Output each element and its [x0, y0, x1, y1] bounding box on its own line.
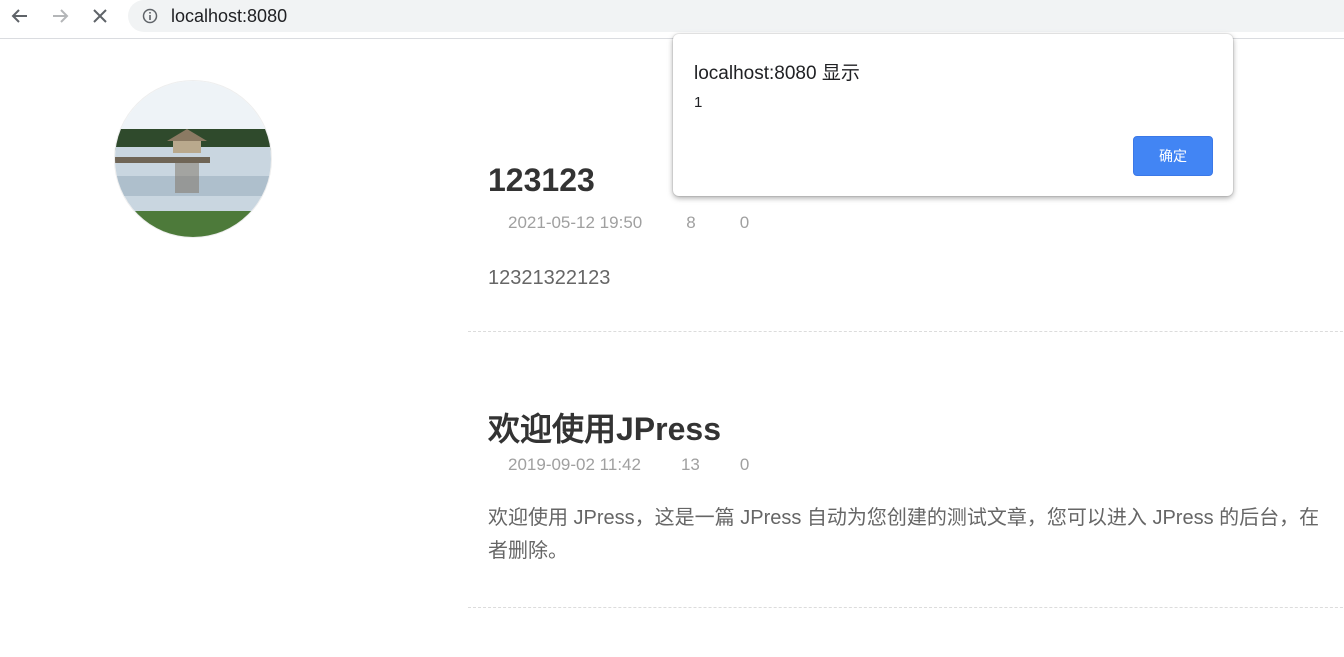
post-meta: 2021-05-12 19:50 8 0 [508, 213, 749, 233]
post-excerpt-line: 者删除。 [488, 540, 568, 562]
post-views: 13 [680, 455, 700, 474]
dialog-title: localhost:8080 显示 [694, 63, 860, 84]
address-bar[interactable]: localhost:8080 [128, 0, 1344, 32]
post-meta: 2019-09-02 11:42 13 0 [508, 455, 749, 475]
avatar-image [115, 81, 271, 237]
alert-dialog: localhost:8080 显示 1 确定 [673, 34, 1233, 196]
avatar [114, 80, 272, 238]
stop-button[interactable] [85, 4, 115, 28]
ok-button[interactable]: 确定 [1133, 136, 1213, 176]
info-icon[interactable] [142, 8, 158, 24]
back-button[interactable] [5, 4, 35, 28]
dialog-message: 1 [694, 94, 703, 111]
post-excerpt: 12321322123 [488, 267, 611, 289]
url-text[interactable]: localhost:8080 [171, 5, 287, 27]
post-comments: 0 [739, 455, 750, 474]
post-excerpt: 欢迎使用 JPress，这是一篇 JPress 自动为您创建的测试文章，您可以进… [488, 502, 1344, 568]
post-date: 2021-05-12 19:50 [508, 213, 643, 232]
post-views: 8 [686, 213, 696, 232]
forward-button[interactable] [45, 4, 75, 28]
post-excerpt-line: 欢迎使用 JPress，这是一篇 JPress 自动为您创建的测试文章，您可以进… [488, 507, 1320, 529]
post-comments: 0 [739, 213, 750, 232]
post-item: 欢迎使用JPress 2019-09-02 11:42 13 0 欢迎使用 JPre… [468, 392, 1344, 608]
post-title[interactable]: 123123 [488, 162, 595, 199]
post-title[interactable]: 欢迎使用JPress [488, 404, 721, 450]
post-date: 2019-09-02 11:42 [508, 455, 641, 474]
close-icon [93, 9, 107, 23]
arrow-right-icon [53, 9, 69, 23]
arrow-left-icon [11, 9, 27, 23]
